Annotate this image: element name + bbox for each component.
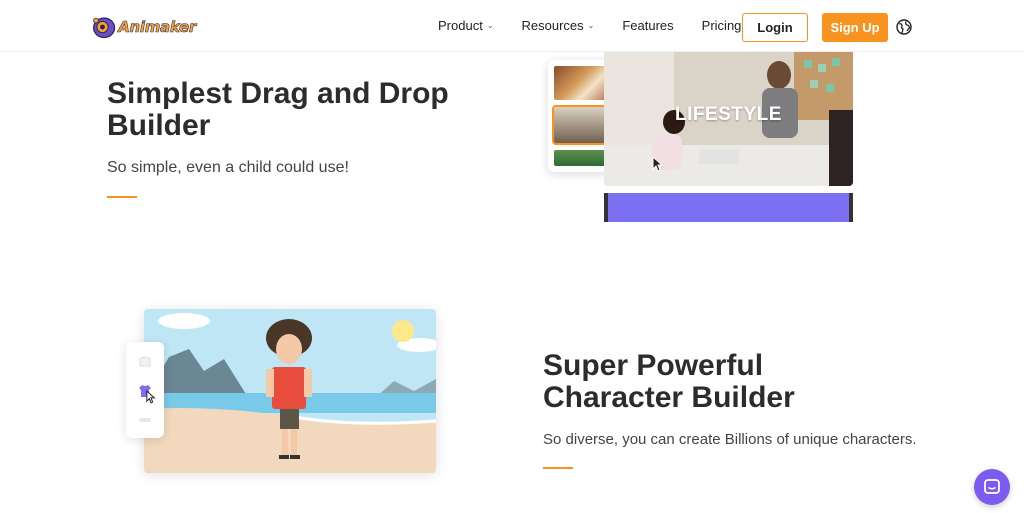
character-side-panel [126, 342, 164, 438]
login-button[interactable]: Login [742, 13, 808, 42]
animaker-logo[interactable]: Animaker [92, 12, 197, 42]
nav-product-label: Product [438, 18, 483, 33]
chat-icon [984, 479, 1000, 494]
character-builder-subtitle: So diverse, you can create Billions of u… [543, 431, 917, 448]
chevron-down-icon: ⌄ [587, 21, 595, 30]
hat-icon[interactable] [138, 354, 152, 368]
cursor-icon [652, 156, 664, 172]
lifestyle-label: LIFESTYLE [675, 104, 782, 125]
beach-scene [144, 309, 436, 473]
chat-button[interactable] [974, 469, 1010, 505]
nav-resources[interactable]: Resources ⌄ [522, 18, 595, 33]
nav-pricing[interactable]: Pricing [702, 18, 742, 33]
nav-features-label: Features [622, 18, 674, 33]
signup-button[interactable]: Sign Up [822, 13, 888, 42]
drag-drop-title: Simplest Drag and Drop Builder [107, 77, 449, 142]
nav-links: Product ⌄ Resources ⌄ Features Pricing [438, 18, 769, 33]
chevron-down-icon: ⌄ [486, 21, 494, 30]
drag-drop-subtitle: So simple, even a child could use! [107, 159, 349, 176]
globe-icon[interactable] [896, 19, 912, 35]
nav-features[interactable]: Features [622, 18, 673, 33]
cursor-icon [146, 390, 156, 404]
nav-pricing-label: Pricing [701, 18, 742, 33]
accent-divider [107, 196, 137, 198]
lifestyle-preview-image: LIFESTYLE [604, 50, 853, 186]
timeline-bar[interactable] [604, 193, 853, 222]
nav-product[interactable]: Product ⌄ [438, 18, 494, 33]
logo-text: Animaker [118, 18, 197, 37]
animaker-logo-icon [93, 17, 116, 39]
top-navigation: Animaker Product ⌄ Resources ⌄ Features … [0, 0, 1024, 52]
accent-divider [543, 467, 573, 469]
shoes-icon[interactable] [138, 416, 152, 424]
character-builder-title: Super Powerful Character Builder [543, 349, 795, 414]
character-builder-preview [144, 309, 436, 473]
nav-resources-label: Resources [521, 18, 584, 33]
